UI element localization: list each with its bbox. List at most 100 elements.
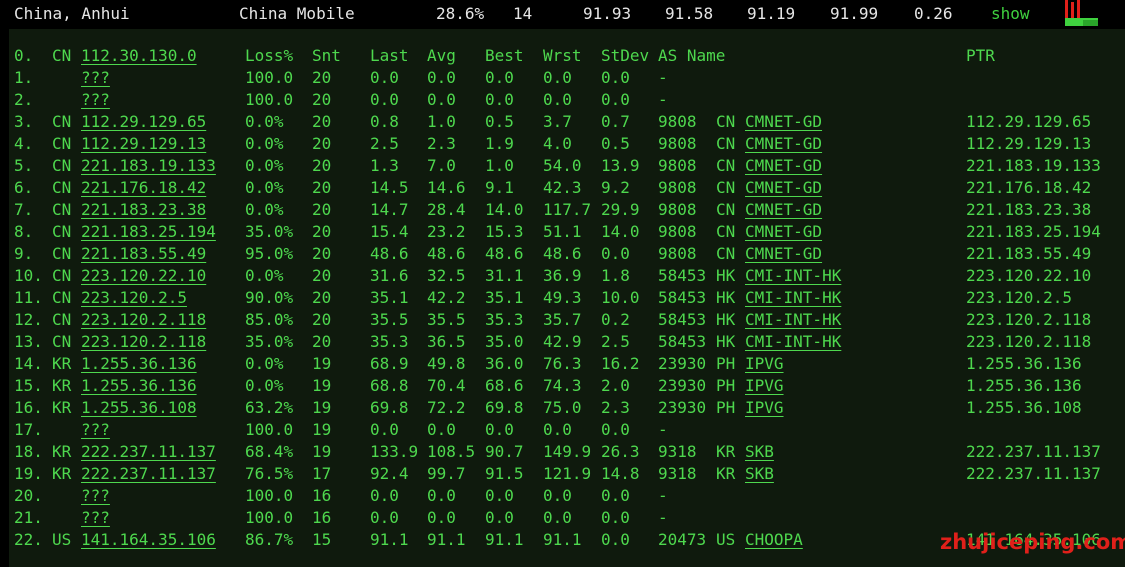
as-number: - bbox=[658, 90, 668, 109]
as-link[interactable]: 20473 US CHOOPA bbox=[658, 529, 803, 551]
best-latency: 14.0 bbox=[485, 200, 524, 219]
show-link[interactable]: show bbox=[991, 5, 1030, 23]
country-code: KR bbox=[52, 464, 72, 483]
worst-latency: 0.0 bbox=[543, 508, 572, 527]
table-header: 0. CN 112.30.130.0 Loss% Snt Last Avg Best Wrst S… bbox=[9, 45, 1125, 67]
table-row: 19. KR 222.237.11.137 76.5% 17 92.4 99.7 91.5 12… bbox=[9, 463, 1125, 485]
last-latency: 0.0 bbox=[370, 68, 399, 87]
host-link[interactable]: 112.29.129.65 bbox=[81, 111, 206, 133]
ptr-record: 221.176.18.42 bbox=[966, 178, 1092, 197]
as-number: 23930 bbox=[658, 376, 707, 395]
as-country: CN bbox=[716, 244, 736, 263]
as-link[interactable]: 58453 HK CMI-INT-HK bbox=[658, 331, 841, 353]
sent-count: 19 bbox=[312, 442, 332, 461]
country-code: CN bbox=[52, 112, 72, 131]
country-code: CN bbox=[52, 288, 72, 307]
host-link[interactable]: 141.164.35.106 bbox=[81, 529, 216, 551]
header-host[interactable]: 112.30.130.0 bbox=[81, 45, 197, 67]
worst-latency: 48.6 bbox=[543, 244, 582, 263]
host-link[interactable]: ??? bbox=[81, 419, 110, 441]
as-link[interactable]: 58453 HK CMI-INT-HK bbox=[658, 309, 841, 331]
stdev-latency: 0.0 bbox=[601, 486, 630, 505]
as-number: - bbox=[658, 508, 668, 527]
host-link[interactable]: ??? bbox=[81, 485, 110, 507]
as-number: 9808 bbox=[658, 222, 697, 241]
sent-count: 20 bbox=[312, 288, 332, 307]
avg-latency: 0.0 bbox=[427, 486, 456, 505]
best-latency: 91.5 bbox=[485, 464, 524, 483]
ptr-record: 223.120.2.118 bbox=[966, 310, 1092, 329]
worst-latency: 3.7 bbox=[543, 112, 572, 131]
summary-loss: 28.6% bbox=[436, 4, 485, 23]
ptr-record: 223.120.2.5 bbox=[966, 288, 1072, 307]
as-link[interactable]: 9808 CN CMNET-GD bbox=[658, 155, 822, 177]
as-name: CMI-INT-HK bbox=[745, 266, 842, 285]
last-latency: 14.5 bbox=[370, 178, 409, 197]
host-link[interactable]: 221.183.25.194 bbox=[81, 221, 216, 243]
sent-count: 15 bbox=[312, 530, 332, 549]
worst-latency: 36.9 bbox=[543, 266, 582, 285]
best-latency: 69.8 bbox=[485, 398, 524, 417]
host-link[interactable]: ??? bbox=[81, 89, 110, 111]
as-link[interactable]: 9808 CN CMNET-GD bbox=[658, 133, 822, 155]
table-row: 4. CN 112.29.129.13 0.0% 20 2.5 2.3 1.9 4.0 0.5 11… bbox=[9, 133, 1125, 155]
ptr-record: 112.29.129.65 bbox=[966, 112, 1092, 131]
host-link[interactable]: 223.120.2.5 bbox=[81, 287, 187, 309]
host-link[interactable]: 222.237.11.137 bbox=[81, 463, 216, 485]
as-link[interactable]: 9808 CN CMNET-GD bbox=[658, 243, 822, 265]
country-code: KR bbox=[52, 354, 72, 373]
table-row: 2.??? 100.0 20 0.0 0.0 0.0 0.0 0.0 - bbox=[9, 89, 1125, 111]
as-number: - bbox=[658, 486, 668, 505]
country-code: CN bbox=[52, 178, 72, 197]
host-link[interactable]: 1.255.36.136 bbox=[81, 353, 197, 375]
as-link[interactable]: 9808 CN CMNET-GD bbox=[658, 177, 822, 199]
worst-latency: 121.9 bbox=[543, 464, 592, 483]
hop-number: 10. bbox=[14, 266, 43, 285]
host-link[interactable]: 1.255.36.108 bbox=[81, 397, 197, 419]
stdev-latency: 0.0 bbox=[601, 90, 630, 109]
as-link[interactable]: 23930 PH IPVG bbox=[658, 375, 784, 397]
as-country: CN bbox=[716, 178, 736, 197]
as-link[interactable]: 9808 CN CMNET-GD bbox=[658, 199, 822, 221]
as-link[interactable]: 58453 HK CMI-INT-HK bbox=[658, 265, 841, 287]
avg-latency: 42.2 bbox=[427, 288, 466, 307]
table-row: 8. CN 221.183.25.194 35.0% 20 15.4 23.2 15.3 51.… bbox=[9, 221, 1125, 243]
as-link[interactable]: 23930 PH IPVG bbox=[658, 397, 784, 419]
loss-percent: 0.0% bbox=[245, 156, 284, 175]
best-latency: 15.3 bbox=[485, 222, 524, 241]
as-link[interactable]: 9318 KR SKB bbox=[658, 441, 774, 463]
host-link[interactable]: 1.255.36.136 bbox=[81, 375, 197, 397]
as-link[interactable]: 58453 HK CMI-INT-HK bbox=[658, 287, 841, 309]
host-link[interactable]: 221.176.18.42 bbox=[81, 177, 206, 199]
table-row: 5. CN 221.183.19.133 0.0% 20 1.3 7.0 1.0 54.0 13.… bbox=[9, 155, 1125, 177]
summary-stdev: 0.26 bbox=[914, 4, 953, 23]
loss-percent: 100.0 bbox=[245, 508, 294, 527]
host-link[interactable]: 221.183.19.133 bbox=[81, 155, 216, 177]
as-link[interactable]: 9318 KR SKB bbox=[658, 463, 774, 485]
stdev-latency: 0.7 bbox=[601, 112, 630, 131]
host-link[interactable]: 112.29.129.13 bbox=[81, 133, 206, 155]
sent-count: 20 bbox=[312, 156, 332, 175]
host-link[interactable]: 221.183.55.49 bbox=[81, 243, 206, 265]
best-latency: 31.1 bbox=[485, 266, 524, 285]
as-link[interactable]: 23930 PH IPVG bbox=[658, 353, 784, 375]
best-latency: 0.0 bbox=[485, 508, 514, 527]
as-name: IPVG bbox=[745, 376, 784, 395]
country-code: US bbox=[52, 530, 72, 549]
loss-percent: 76.5% bbox=[245, 464, 294, 483]
as-link[interactable]: 9808 CN CMNET-GD bbox=[658, 111, 822, 133]
host-link[interactable]: 222.237.11.137 bbox=[81, 441, 216, 463]
last-latency: 68.8 bbox=[370, 376, 409, 395]
worst-latency: 51.1 bbox=[543, 222, 582, 241]
as-country: PH bbox=[716, 354, 736, 373]
host-link[interactable]: 223.120.2.118 bbox=[81, 309, 206, 331]
country-code: CN bbox=[52, 134, 72, 153]
host-link[interactable]: 221.183.23.38 bbox=[81, 199, 206, 221]
avg-latency: 23.2 bbox=[427, 222, 466, 241]
host-link[interactable]: ??? bbox=[81, 507, 110, 529]
host-link[interactable]: 223.120.2.118 bbox=[81, 331, 206, 353]
as-link[interactable]: 9808 CN CMNET-GD bbox=[658, 221, 822, 243]
host-link[interactable]: ??? bbox=[81, 67, 110, 89]
host-link[interactable]: 223.120.22.10 bbox=[81, 265, 206, 287]
avg-latency: 91.1 bbox=[427, 530, 466, 549]
